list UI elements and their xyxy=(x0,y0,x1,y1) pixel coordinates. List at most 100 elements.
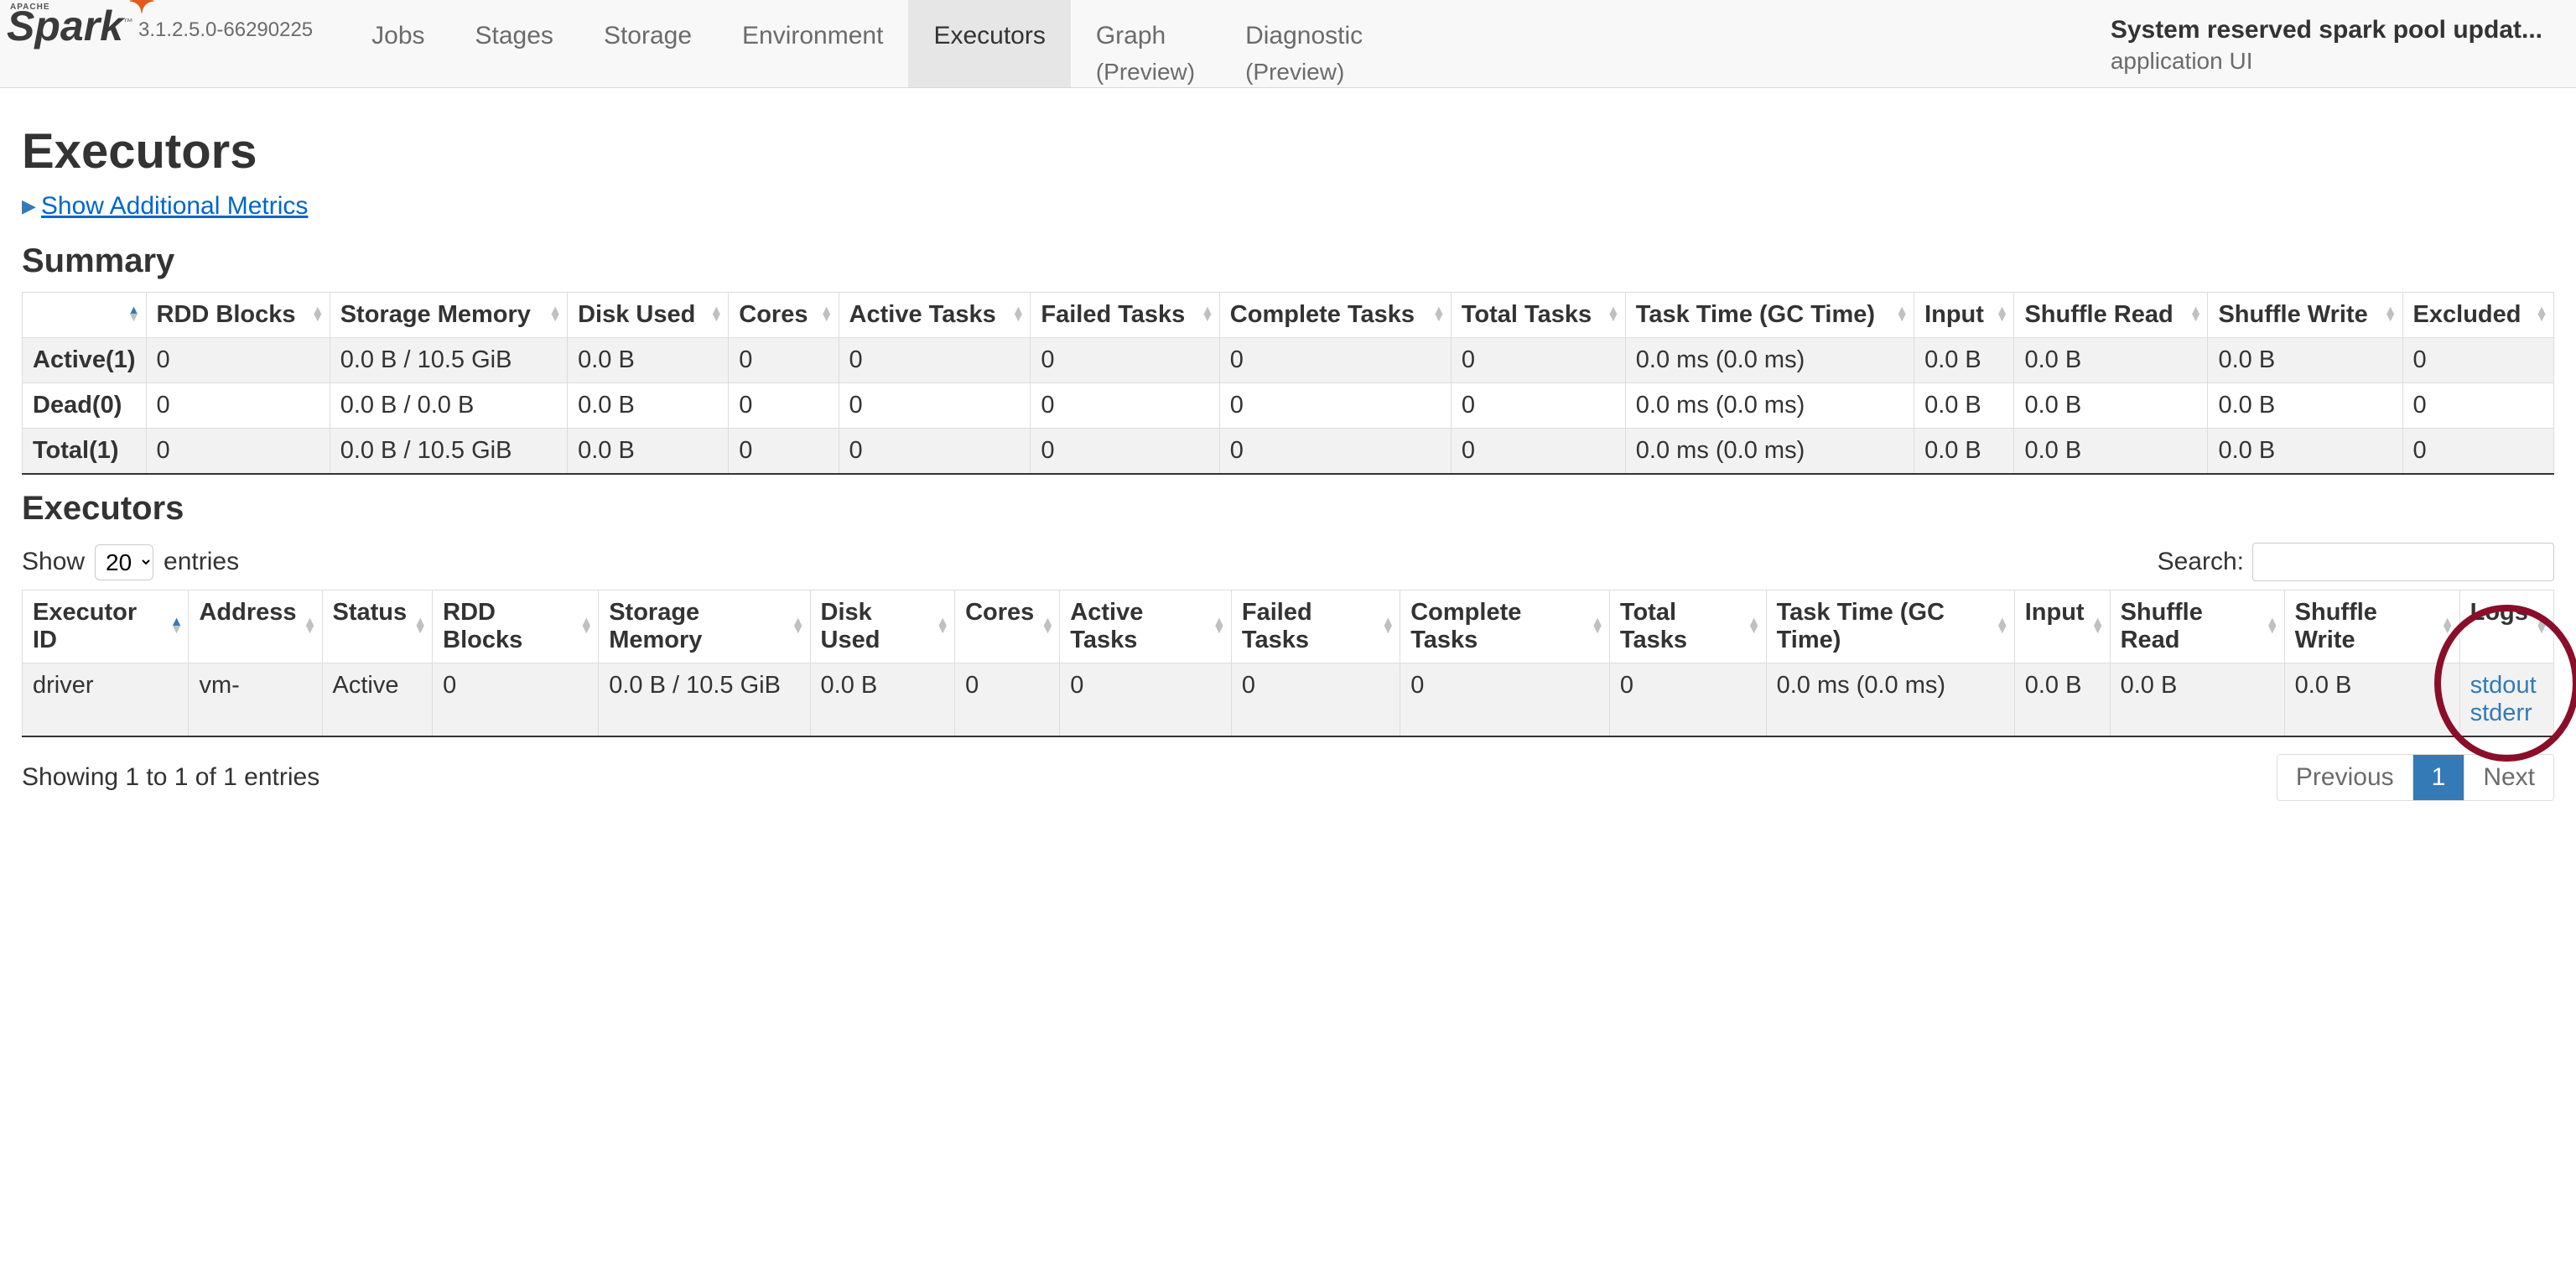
sort-arrows-icon: ▲▼ xyxy=(2189,308,2203,323)
sort-arrows-icon: ▲▼ xyxy=(1041,619,1054,634)
sort-arrows-icon: ▲▼ xyxy=(170,619,184,634)
summary-header-10[interactable]: Input▲▼ xyxy=(1914,293,2014,338)
summary-header-4[interactable]: Cores▲▼ xyxy=(729,293,839,338)
sort-arrows-icon: ▲▼ xyxy=(2535,308,2548,323)
summary-cell: 0.0 B xyxy=(568,429,729,475)
page-title: Executors xyxy=(22,123,2554,179)
exec-cell: driver xyxy=(23,663,189,737)
summary-cell: Total(1) xyxy=(23,429,147,475)
pager-next[interactable]: Next xyxy=(2464,755,2553,800)
summary-row: Total(1)00.0 B / 10.5 GiB0.0 B000000.0 m… xyxy=(23,429,2554,475)
sort-arrows-icon: ▲▼ xyxy=(792,619,805,634)
exec-header-0[interactable]: Executor ID▲▼ xyxy=(23,590,189,663)
summary-header-11[interactable]: Shuffle Read▲▼ xyxy=(2014,293,2208,338)
exec-header-4[interactable]: Storage Memory▲▼ xyxy=(599,590,810,663)
sort-arrows-icon: ▲▼ xyxy=(2441,619,2454,634)
summary-header-0[interactable]: ▲▼ xyxy=(23,293,147,338)
summary-cell: 0.0 ms (0.0 ms) xyxy=(1625,383,1914,429)
summary-cell: 0.0 B / 10.5 GiB xyxy=(330,338,567,383)
summary-cell: 0 xyxy=(729,338,839,383)
search-input[interactable] xyxy=(2252,543,2554,581)
summary-cell: 0 xyxy=(729,383,839,429)
summary-cell: 0 xyxy=(839,429,1031,475)
exec-cell: 0 xyxy=(1060,663,1232,737)
nav-tab-storage[interactable]: Storage xyxy=(579,0,717,87)
summary-cell: Active(1) xyxy=(23,338,147,383)
summary-header-1[interactable]: RDD Blocks▲▼ xyxy=(146,293,330,338)
summary-cell: 0 xyxy=(1451,383,1625,429)
summary-cell: 0.0 B xyxy=(1914,383,2014,429)
summary-row: Dead(0)00.0 B / 0.0 B0.0 B000000.0 ms (0… xyxy=(23,383,2554,429)
summary-header-3[interactable]: Disk Used▲▼ xyxy=(568,293,729,338)
summary-header-9[interactable]: Task Time (GC Time)▲▼ xyxy=(1625,293,1914,338)
show-additional-metrics-link[interactable]: Show Additional Metrics xyxy=(41,192,309,221)
exec-cell: 0.0 B xyxy=(2284,663,2459,737)
exec-header-6[interactable]: Cores▲▼ xyxy=(955,590,1060,663)
executors-heading: Executors xyxy=(22,490,2554,528)
exec-cell: Active xyxy=(322,663,433,737)
pager-prev[interactable]: Previous xyxy=(2277,755,2412,800)
exec-header-5[interactable]: Disk Used▲▼ xyxy=(810,590,955,663)
nav-tab-graph[interactable]: Graph(Preview) xyxy=(1071,0,1220,87)
exec-header-10[interactable]: Total Tasks▲▼ xyxy=(1609,590,1766,663)
exec-cell: vm- xyxy=(189,663,322,737)
logo-block[interactable]: APACHE Spark™ ✦ 3.1.2.5.0-66290225 xyxy=(7,0,313,47)
nav-tab-executors[interactable]: Executors xyxy=(908,0,1070,87)
sort-arrows-icon: ▲▼ xyxy=(127,308,141,323)
nav-tab-diagnostic[interactable]: Diagnostic(Preview) xyxy=(1220,0,1388,87)
nav-tab-jobs[interactable]: Jobs xyxy=(346,0,449,87)
summary-cell: 0.0 B / 10.5 GiB xyxy=(330,429,567,475)
sort-arrows-icon: ▲▼ xyxy=(1201,308,1214,323)
sort-arrows-icon: ▲▼ xyxy=(1996,619,2009,634)
summary-cell: 0.0 B xyxy=(2014,383,2208,429)
sort-arrows-icon: ▲▼ xyxy=(579,619,593,634)
exec-header-2[interactable]: Status▲▼ xyxy=(322,590,433,663)
nav-tab-stages[interactable]: Stages xyxy=(450,0,579,87)
summary-cell: 0.0 B xyxy=(2208,429,2402,475)
sort-arrows-icon: ▲▼ xyxy=(413,619,427,634)
executors-controls: Show 20 entries Search: xyxy=(22,543,2554,581)
exec-header-14[interactable]: Shuffle Write▲▼ xyxy=(2284,590,2459,663)
exec-header-11[interactable]: Task Time (GC Time)▲▼ xyxy=(1766,590,2014,663)
summary-cell: 0 xyxy=(1031,383,1219,429)
summary-cell: 0.0 ms (0.0 ms) xyxy=(1625,338,1914,383)
summary-cell: 0.0 B xyxy=(2208,338,2402,383)
sort-arrows-icon: ▲▼ xyxy=(304,619,317,634)
summary-header-5[interactable]: Active Tasks▲▼ xyxy=(839,293,1031,338)
summary-header-12[interactable]: Shuffle Write▲▼ xyxy=(2208,293,2402,338)
summary-cell: 0.0 B xyxy=(2014,429,2208,475)
exec-header-1[interactable]: Address▲▼ xyxy=(189,590,322,663)
summary-header-13[interactable]: Excluded▲▼ xyxy=(2402,293,2553,338)
pager-page-1[interactable]: 1 xyxy=(2412,755,2464,800)
summary-header-6[interactable]: Failed Tasks▲▼ xyxy=(1031,293,1219,338)
exec-row: drivervm-Active00.0 B / 10.5 GiB0.0 B000… xyxy=(23,663,2554,737)
exec-header-13[interactable]: Shuffle Read▲▼ xyxy=(2110,590,2284,663)
spark-star-icon: ✦ xyxy=(128,0,155,18)
nav-tab-environment[interactable]: Environment xyxy=(717,0,908,87)
summary-cell: 0.0 B / 0.0 B xyxy=(330,383,567,429)
exec-header-15[interactable]: Logs▲▼ xyxy=(2459,590,2553,663)
exec-header-9[interactable]: Complete Tasks▲▼ xyxy=(1400,590,1610,663)
sort-arrows-icon: ▲▼ xyxy=(1213,619,1226,634)
sort-arrows-icon: ▲▼ xyxy=(820,308,834,323)
summary-cell: 0 xyxy=(2402,338,2553,383)
nav-tab-sub: (Preview) xyxy=(1096,59,1195,86)
exec-header-12[interactable]: Input▲▼ xyxy=(2014,590,2110,663)
page-size-select[interactable]: 20 xyxy=(95,544,153,580)
sort-arrows-icon: ▲▼ xyxy=(1591,619,1604,634)
summary-header-8[interactable]: Total Tasks▲▼ xyxy=(1451,293,1625,338)
log-link-stderr[interactable]: stderr xyxy=(2470,700,2543,727)
exec-header-7[interactable]: Active Tasks▲▼ xyxy=(1060,590,1232,663)
show-additional-metrics-toggle[interactable]: ▶ Show Additional Metrics xyxy=(22,192,308,221)
summary-cell: 0 xyxy=(146,338,330,383)
summary-cell: 0 xyxy=(1451,429,1625,475)
summary-header-2[interactable]: Storage Memory▲▼ xyxy=(330,293,567,338)
exec-header-3[interactable]: RDD Blocks▲▼ xyxy=(433,590,599,663)
exec-header-8[interactable]: Failed Tasks▲▼ xyxy=(1231,590,1400,663)
pager: Previous1Next xyxy=(2277,754,2554,801)
search-box: Search: xyxy=(2158,543,2554,581)
summary-header-7[interactable]: Complete Tasks▲▼ xyxy=(1219,293,1451,338)
sort-arrows-icon: ▲▼ xyxy=(1895,308,1909,323)
log-link-stdout[interactable]: stdout xyxy=(2470,672,2543,700)
exec-cell: 0 xyxy=(1400,663,1610,737)
